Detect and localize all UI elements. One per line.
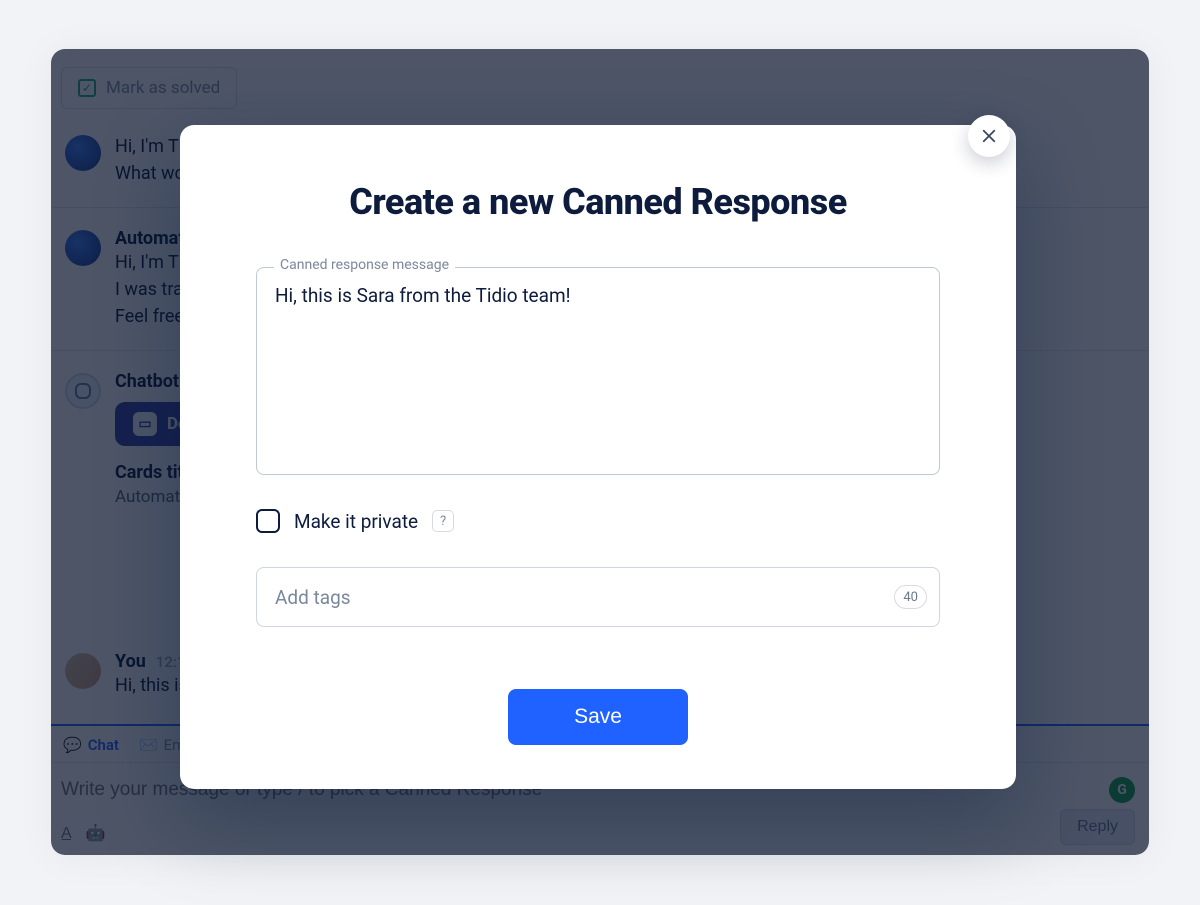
close-icon xyxy=(980,127,998,145)
close-button[interactable] xyxy=(968,115,1010,157)
save-button[interactable]: Save xyxy=(508,689,688,745)
save-label: Save xyxy=(574,705,622,728)
tags-field[interactable]: 40 xyxy=(256,567,940,627)
tags-input[interactable] xyxy=(275,586,894,609)
modal-title: Create a new Canned Response xyxy=(256,181,940,223)
make-private-label: Make it private xyxy=(294,510,418,533)
tags-remaining-badge: 40 xyxy=(894,585,927,609)
make-private-row: Make it private ? xyxy=(256,509,940,533)
make-private-checkbox[interactable] xyxy=(256,509,280,533)
help-icon[interactable]: ? xyxy=(432,510,454,532)
message-field-label: Canned response message xyxy=(274,257,455,273)
create-canned-response-modal: Create a new Canned Response Canned resp… xyxy=(180,125,1016,789)
canned-response-message-input[interactable] xyxy=(256,267,940,475)
message-field: Canned response message xyxy=(256,267,940,479)
